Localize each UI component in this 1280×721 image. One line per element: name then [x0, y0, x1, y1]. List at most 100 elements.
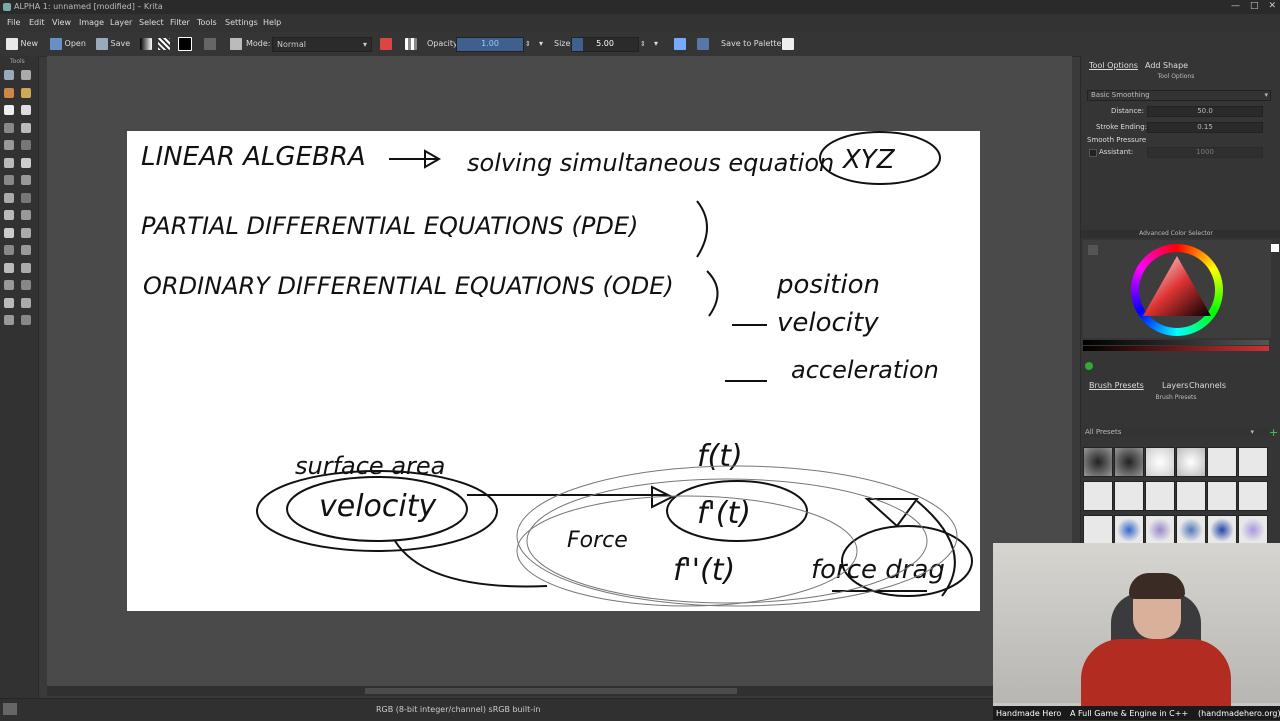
menu-help[interactable]: Help [263, 18, 281, 27]
gradient-selector[interactable] [140, 37, 152, 51]
toolbox-tool-icon[interactable] [4, 105, 14, 115]
brush-preset[interactable] [1114, 447, 1144, 477]
brush-preset[interactable] [1083, 481, 1113, 511]
menu-image[interactable]: Image [79, 18, 104, 27]
minimize-icon[interactable]: — [1231, 1, 1240, 11]
opacity-slider[interactable]: 1.00 [456, 37, 524, 52]
saturation-triangle[interactable] [1141, 254, 1213, 324]
tab-layers[interactable]: Layers [1162, 381, 1188, 390]
toolbox-tool-icon[interactable] [4, 245, 14, 255]
menu-layer[interactable]: Layer [110, 18, 132, 27]
brush-preset[interactable] [1083, 515, 1113, 545]
refresh-icon[interactable] [1085, 362, 1093, 370]
tab-tool-options[interactable]: Tool Options [1089, 61, 1138, 70]
mirror-horizontal-button[interactable] [674, 37, 686, 51]
menu-settings[interactable]: Settings [225, 18, 258, 27]
brush-preset[interactable] [1145, 481, 1175, 511]
toolbox-tool-icon[interactable] [4, 227, 14, 238]
color-swatch[interactable] [178, 37, 192, 51]
toolbox-tool-icon[interactable] [21, 175, 31, 185]
toolbox-tool-icon[interactable] [4, 140, 14, 150]
toolbox-tool-icon[interactable] [21, 70, 31, 80]
eyedropper-icon[interactable] [1088, 245, 1098, 255]
brush-preset[interactable] [1238, 481, 1268, 511]
horizontal-scrollbar[interactable] [47, 686, 1072, 696]
stroke-ending-slider[interactable]: 0.15 [1147, 122, 1263, 133]
close-icon[interactable]: ✕ [1268, 1, 1276, 11]
menu-file[interactable]: File [7, 18, 20, 27]
brush-preset[interactable] [1114, 481, 1144, 511]
opacity-spin-arrows[interactable]: ⇕ [525, 37, 531, 51]
toolbox-tool-icon[interactable] [4, 175, 14, 185]
mirror-vertical-button[interactable] [697, 37, 709, 51]
smooth-pressure-label[interactable]: Smooth Pressure [1087, 136, 1146, 144]
opacity-chevron-icon[interactable]: ▾ [539, 37, 543, 51]
assistant-checkbox[interactable] [1089, 149, 1097, 157]
toolbox-tool-icon[interactable] [4, 122, 14, 133]
shade-bar-1[interactable] [1083, 340, 1269, 345]
toolbox-tool-icon[interactable] [4, 297, 14, 308]
toolbox-tool-icon[interactable] [4, 70, 14, 80]
toolbox-tool-icon[interactable] [21, 227, 31, 238]
add-preset-icon[interactable]: + [1269, 426, 1278, 439]
mode-icon-button[interactable] [230, 37, 242, 51]
brush-preset[interactable] [1176, 447, 1206, 477]
menu-view[interactable]: View [52, 18, 71, 27]
color-selector-panel[interactable] [1083, 240, 1279, 338]
brush-preset[interactable] [1114, 515, 1144, 545]
toolbox-tool-icon[interactable] [21, 210, 31, 220]
toolbox-tool-icon[interactable] [21, 105, 31, 115]
toolbox-tool-icon[interactable] [21, 315, 31, 325]
size-slider[interactable]: 5.00 [571, 37, 639, 52]
toolbox-tool-icon[interactable] [21, 140, 31, 150]
brush-preset[interactable] [1207, 481, 1237, 511]
toolbox-tool-icon[interactable] [4, 210, 14, 220]
maximize-icon[interactable]: □ [1250, 1, 1259, 11]
drawing-canvas[interactable]: LINEAR ALGEBRA solving simultaneous equa… [127, 131, 980, 611]
toolbox-tool-icon[interactable] [21, 245, 31, 255]
brush-preset[interactable] [1207, 515, 1237, 545]
eraser-button[interactable] [380, 37, 392, 51]
brush-preset[interactable] [1238, 515, 1268, 545]
toolbox-tool-icon[interactable] [21, 87, 31, 98]
save-button[interactable]: Save [96, 37, 130, 51]
toolbox-tool-icon[interactable] [21, 157, 31, 168]
menu-edit[interactable]: Edit [29, 18, 45, 27]
brush-preset[interactable] [1083, 447, 1113, 477]
menu-filter[interactable]: Filter [170, 18, 190, 27]
workspace-button[interactable] [782, 37, 794, 51]
toolbox-tool-icon[interactable] [21, 280, 31, 290]
toolbox-tool-icon[interactable] [4, 192, 14, 203]
brush-preset[interactable] [1145, 515, 1175, 545]
open-button[interactable]: Open [50, 37, 86, 51]
tab-brush-presets[interactable]: Brush Presets [1089, 381, 1144, 390]
brush-preset[interactable] [1145, 447, 1175, 477]
shade-bar-2[interactable] [1083, 346, 1269, 351]
toolbox-tool-icon[interactable] [4, 280, 14, 290]
toolbox-tool-icon[interactable] [4, 262, 14, 273]
scrollbar-thumb[interactable] [365, 688, 737, 694]
assistant-slider[interactable]: 1000 [1147, 147, 1263, 158]
blend-mode-select[interactable]: Normal ▾ [272, 37, 372, 52]
presets-filter-select[interactable]: All Presets ▾ [1084, 428, 1268, 437]
toolbox-tool-icon[interactable] [21, 262, 31, 273]
brush-preset[interactable] [1176, 481, 1206, 511]
toolbox-tool-icon[interactable] [4, 87, 14, 98]
alpha-lock-button[interactable] [405, 37, 417, 51]
tab-channels[interactable]: Channels [1189, 381, 1226, 390]
brush-preset[interactable] [1238, 447, 1268, 477]
brush-preset[interactable] [1207, 447, 1237, 477]
brush-preset[interactable] [1176, 515, 1206, 545]
toolbox-tool-icon[interactable] [4, 157, 14, 168]
brush-preview-icon[interactable] [3, 703, 17, 715]
toolbox-tool-icon[interactable] [4, 315, 14, 325]
toolbox-tool-icon[interactable] [21, 122, 31, 133]
toolbox-tool-icon[interactable] [21, 192, 31, 203]
distance-slider[interactable]: 50.0 [1147, 106, 1263, 117]
save-to-palette-button[interactable]: Save to Palette [721, 37, 781, 51]
tab-add-shape[interactable]: Add Shape [1145, 61, 1188, 70]
size-chevron-icon[interactable]: ▾ [654, 37, 658, 51]
new-button[interactable]: New [6, 37, 38, 51]
toolbox-tool-icon[interactable] [21, 297, 31, 308]
smoothing-select[interactable]: Basic Smoothing ▾ [1087, 90, 1271, 101]
